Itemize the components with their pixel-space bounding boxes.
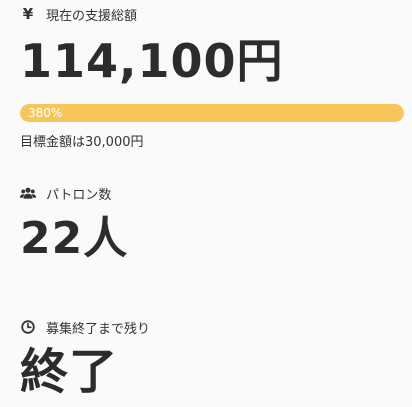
- funding-goal: 目標金額は30,000円: [20, 135, 144, 150]
- remaining-label: 募集終了まで残り: [46, 321, 151, 337]
- funding-label: 現在の支援総額: [46, 8, 138, 24]
- remaining-label-row: 募集終了まで残り: [20, 317, 404, 337]
- patrons-section: パトロン数 22人: [20, 183, 404, 263]
- funding-progress-text: 380%: [28, 106, 63, 120]
- funding-progress-fill: [20, 104, 404, 122]
- patrons-label-row: パトロン数: [20, 183, 404, 203]
- funding-label-row: ¥ 現在の支援総額: [20, 4, 404, 24]
- remaining-section: 募集終了まで残り 終了: [20, 317, 404, 399]
- yen-icon: ¥: [22, 5, 34, 23]
- funding-section: ¥ 現在の支援総額 114,100円 380% 目標金額は30,000円: [20, 4, 404, 150]
- funding-amount: 114,100円: [20, 34, 284, 88]
- remaining-value: 終了: [20, 344, 119, 400]
- clock-icon: [20, 319, 36, 335]
- patrons-count: 22人: [20, 213, 129, 264]
- funding-progress-bar: 380%: [20, 104, 404, 122]
- users-icon: [20, 185, 36, 201]
- patrons-label: パトロン数: [46, 187, 112, 203]
